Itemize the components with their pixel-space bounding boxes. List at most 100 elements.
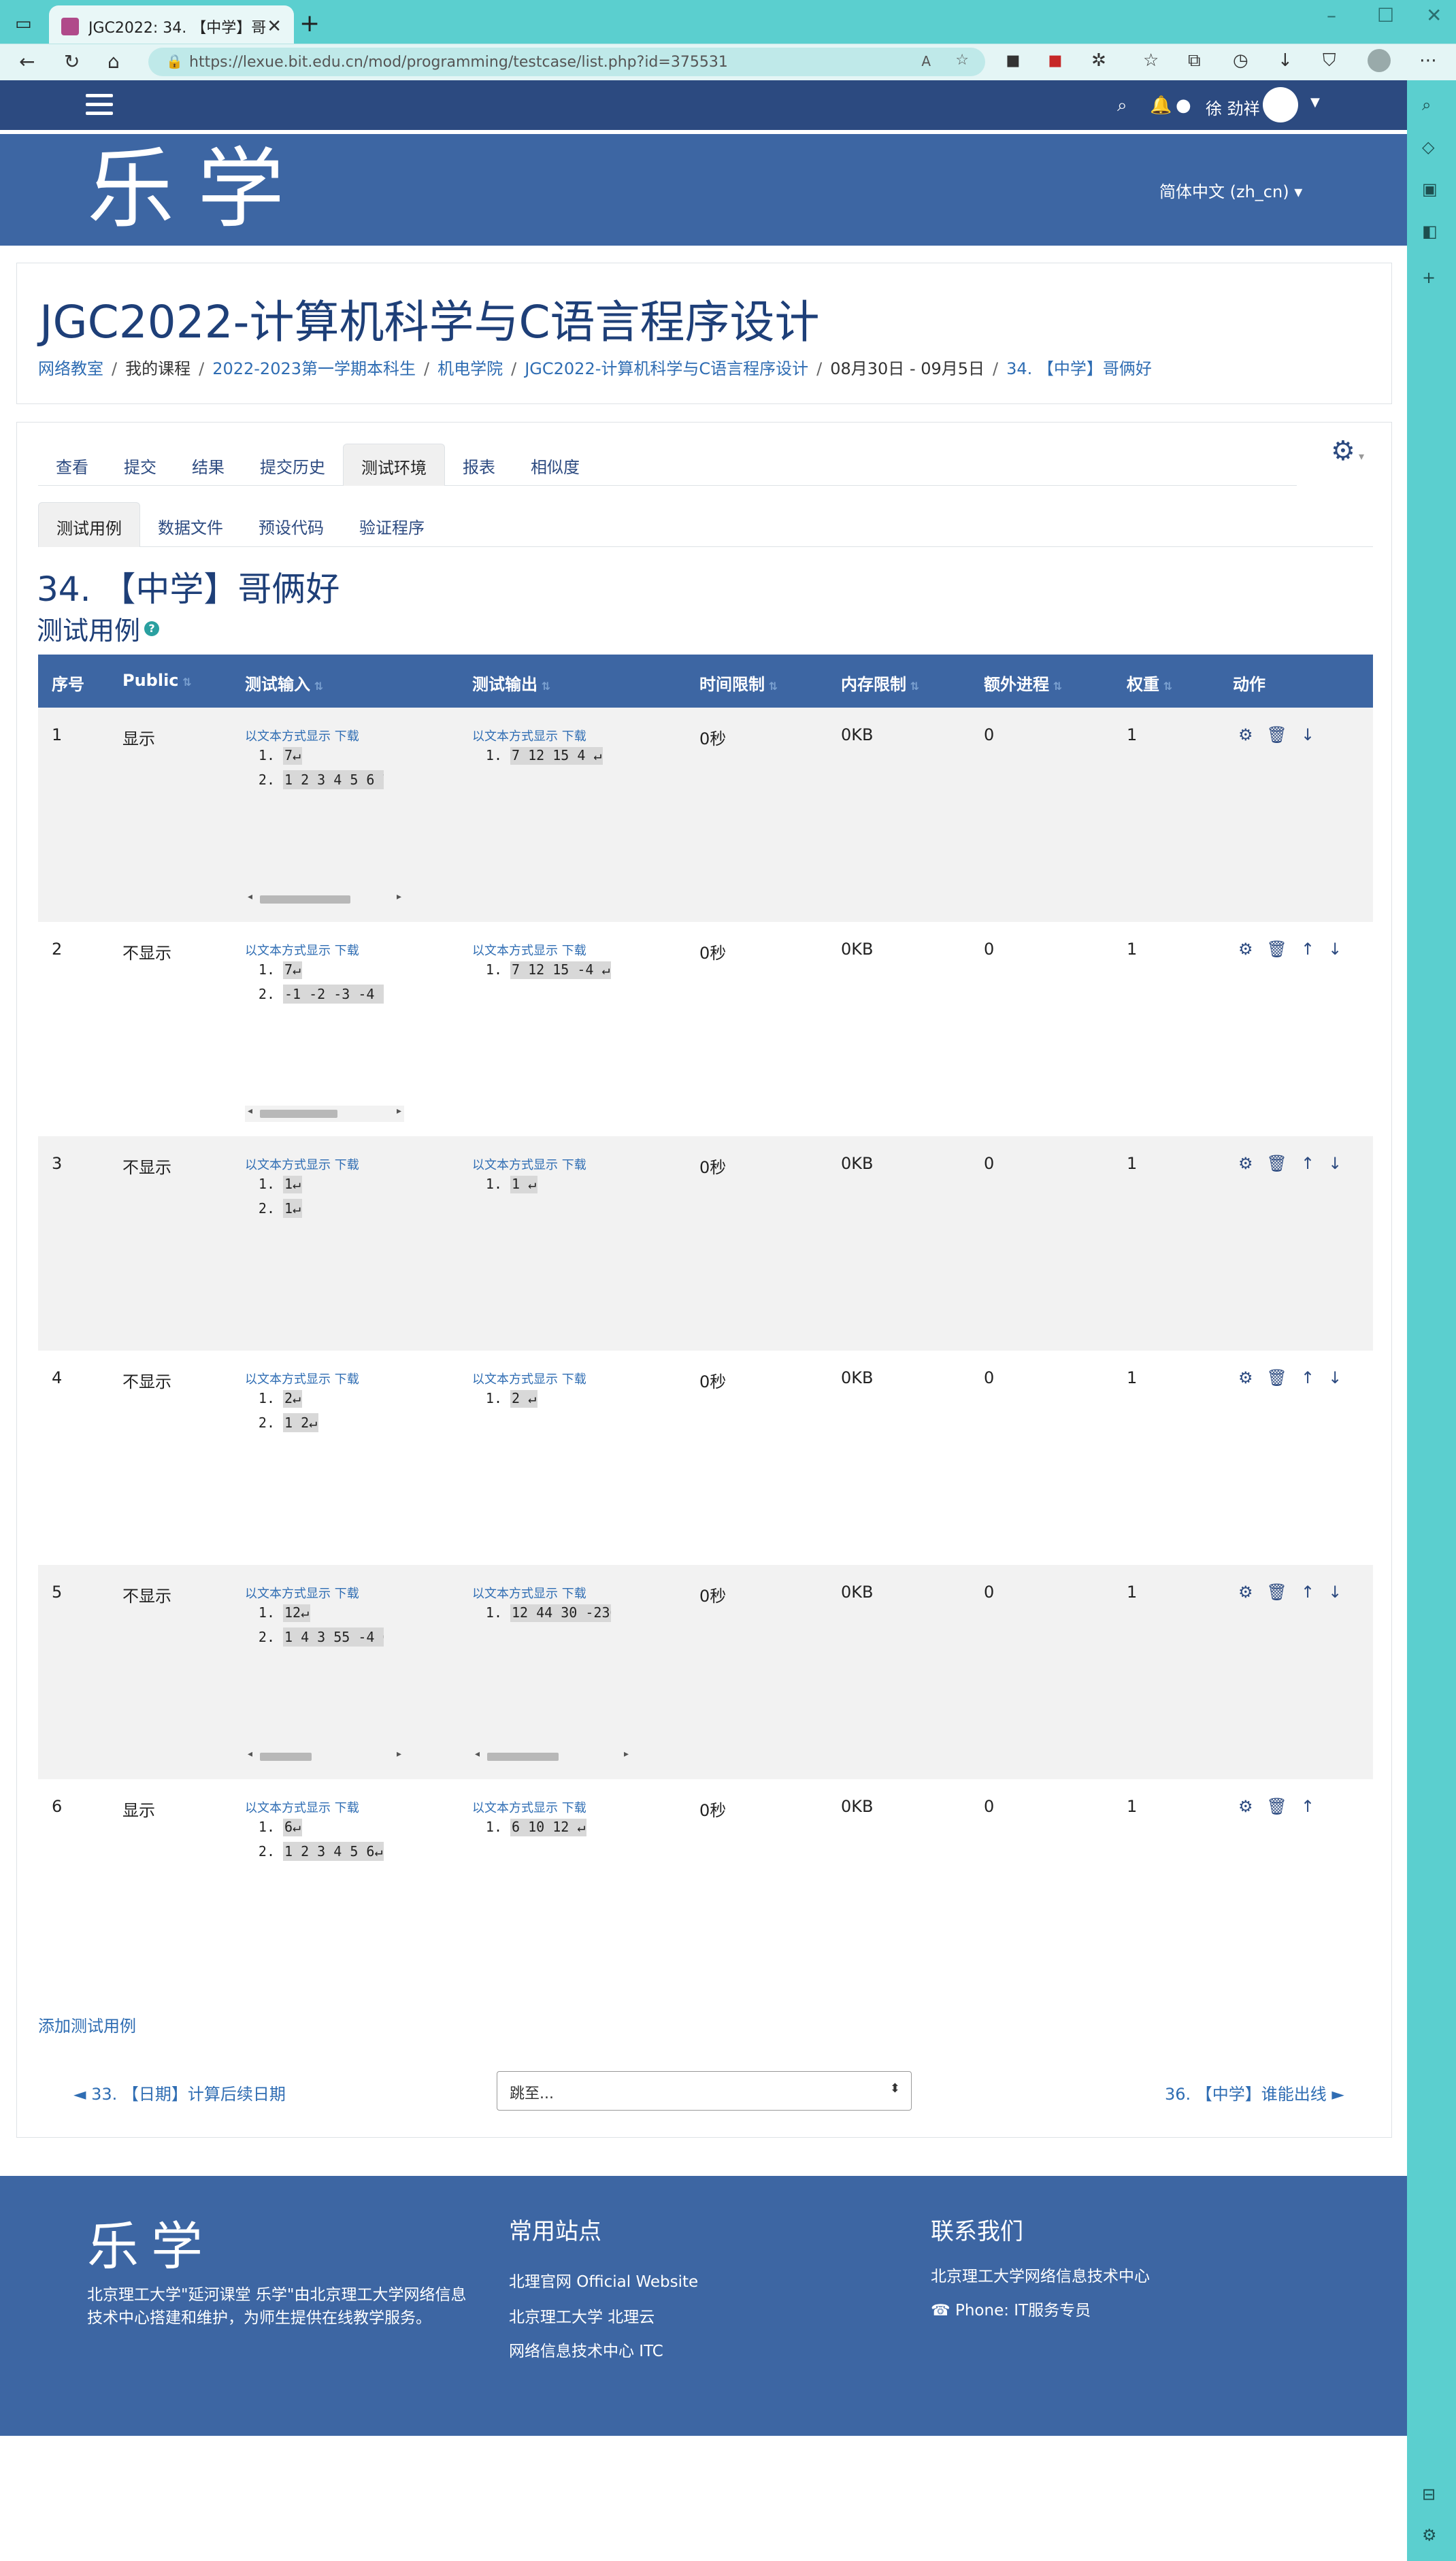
user-avatar[interactable] (1263, 87, 1298, 122)
bell-icon[interactable]: 🔔 (1150, 95, 1172, 116)
browser-tab[interactable]: JGC2022: 34. 【中学】哥俩好 ✕ (49, 5, 294, 48)
view-download-links[interactable]: 以文本方式显示 下载 (245, 1370, 359, 1387)
footer-link[interactable]: 北理官网 Official Website (509, 2268, 698, 2292)
scroll-left-icon[interactable]: ◂ (248, 1106, 252, 1117)
site-logo[interactable]: 乐学 (87, 139, 308, 240)
tab-6[interactable]: 相似度 (513, 444, 597, 486)
sort-icon[interactable]: ⇅ (537, 680, 550, 693)
sort-icon[interactable]: ⇅ (1049, 680, 1062, 693)
tag-icon[interactable]: ◇ (1422, 137, 1434, 156)
download-icon[interactable]: ↓ (1278, 50, 1293, 71)
pdf-extension-icon[interactable]: ◼ (1048, 50, 1063, 71)
sort-icon[interactable]: ⇅ (1159, 680, 1172, 693)
search-icon[interactable]: ⌕ (1117, 95, 1127, 116)
gear-icon[interactable]: ⚙ (1238, 1368, 1253, 1387)
column-header[interactable]: 内存限制 ⇅ (841, 671, 919, 695)
security-icon[interactable]: ⛉ (1323, 50, 1336, 71)
gear-icon[interactable]: ⚙ (1238, 1583, 1253, 1602)
horizontal-scrollbar[interactable]: ◂ ▸ (245, 1106, 404, 1122)
column-header[interactable]: Public ⇅ (122, 671, 192, 690)
close-tab-icon[interactable]: ✕ (267, 16, 282, 37)
scroll-left-icon[interactable]: ◂ (248, 1749, 252, 1759)
tab-4[interactable]: 测试环境 (343, 444, 445, 486)
scroll-right-icon[interactable]: ▸ (397, 1749, 401, 1759)
favorite-icon[interactable]: ☆ (955, 52, 969, 69)
tab-actions-icon[interactable]: ▭ (15, 14, 32, 34)
arrow-up-icon[interactable]: ↑ (1301, 1797, 1314, 1816)
sort-icon[interactable]: ⇅ (179, 676, 191, 689)
tab-3[interactable]: 提交历史 (242, 444, 343, 486)
footer-link[interactable]: 网络信息技术中心 ITC (509, 2338, 663, 2361)
home-icon[interactable]: ⌂ (107, 50, 120, 73)
subtab-0[interactable]: 测试用例 (38, 502, 140, 547)
trash-icon[interactable]: 🗑 (1267, 1154, 1287, 1173)
message-icon[interactable]: ● (1176, 95, 1191, 116)
view-download-links[interactable]: 以文本方式显示 下载 (472, 1584, 586, 1602)
scroll-right-icon[interactable]: ▸ (624, 1749, 629, 1759)
arrow-up-icon[interactable]: ↑ (1301, 1583, 1314, 1602)
gear-icon[interactable]: ⚙ (1238, 1154, 1253, 1173)
scroll-left-icon[interactable]: ◂ (248, 891, 252, 902)
tab-1[interactable]: 提交 (106, 444, 174, 486)
column-header[interactable]: 时间限制 ⇅ (699, 671, 778, 695)
trash-icon[interactable]: 🗑 (1267, 940, 1287, 959)
subtab-3[interactable]: 验证程序 (342, 502, 442, 547)
horizontal-scrollbar[interactable]: ◂ ▸ (472, 1749, 631, 1765)
scroll-left-icon[interactable]: ◂ (475, 1749, 480, 1759)
column-header[interactable]: 序号 (52, 671, 84, 695)
jump-to-select[interactable]: 跳至... ⬍ (497, 2071, 912, 2111)
horizontal-scrollbar[interactable]: ◂ ▸ (245, 1749, 404, 1765)
sidebar-toggle-icon[interactable]: ⊟ (1422, 2485, 1436, 2504)
tab-0[interactable]: 查看 (38, 444, 106, 486)
view-download-links[interactable]: 以文本方式显示 下载 (245, 1584, 359, 1602)
arrow-down-icon[interactable]: ↓ (1301, 725, 1314, 744)
language-selector[interactable]: 简体中文 (zh_cn) ▾ (1159, 178, 1302, 202)
footer-link[interactable]: 北京理工大学 北理云 (509, 2304, 655, 2327)
gear-icon[interactable]: ⚙ ▾ (1331, 435, 1364, 467)
office-icon[interactable]: ◧ (1422, 222, 1438, 241)
arrow-down-icon[interactable]: ↓ (1328, 1154, 1342, 1173)
trash-icon[interactable]: 🗑 (1267, 725, 1287, 744)
breadcrumb-item[interactable]: 机电学院 (437, 359, 503, 378)
minimize-icon[interactable]: – (1327, 4, 1336, 27)
subtab-1[interactable]: 数据文件 (140, 502, 241, 547)
read-aloud-icon[interactable]: A (921, 53, 931, 69)
back-icon[interactable]: ← (19, 50, 35, 73)
scroll-thumb[interactable] (260, 895, 350, 904)
arrow-down-icon[interactable]: ↓ (1328, 940, 1342, 959)
favorites-icon[interactable]: ☆ (1143, 50, 1159, 71)
search-icon[interactable]: ⌕ (1422, 95, 1431, 114)
scroll-right-icon[interactable]: ▸ (397, 891, 401, 902)
view-download-links[interactable]: 以文本方式显示 下载 (245, 1798, 359, 1816)
view-download-links[interactable]: 以文本方式显示 下载 (245, 941, 359, 959)
column-header[interactable]: 额外进程 ⇅ (984, 671, 1062, 695)
profile-avatar[interactable] (1368, 49, 1391, 72)
scroll-thumb[interactable] (260, 1110, 337, 1118)
settings-icon[interactable]: ⚙ (1422, 2526, 1437, 2545)
view-download-links[interactable]: 以文本方式显示 下载 (245, 1155, 359, 1173)
puzzle-icon[interactable]: ✲ (1091, 50, 1106, 71)
tab-5[interactable]: 报表 (445, 444, 513, 486)
next-activity-link[interactable]: 36. 【中学】谁能出线 ► (1165, 2081, 1344, 2104)
view-download-links[interactable]: 以文本方式显示 下载 (472, 1370, 586, 1387)
tab-2[interactable]: 结果 (174, 444, 242, 486)
scroll-thumb[interactable] (487, 1753, 559, 1761)
breadcrumb-item[interactable]: 34. 【中学】哥俩好 (1006, 359, 1152, 378)
sort-icon[interactable]: ⇅ (310, 680, 323, 693)
help-icon[interactable]: ? (144, 621, 160, 636)
trash-icon[interactable]: 🗑 (1267, 1368, 1287, 1387)
prev-activity-link[interactable]: ◄ 33. 【日期】计算后续日期 (73, 2081, 286, 2104)
toolbox-icon[interactable]: ▣ (1422, 180, 1438, 199)
address-bar[interactable]: 🔒 https://lexue.bit.edu.cn/mod/programmi… (148, 48, 985, 76)
column-header[interactable]: 测试输入 ⇅ (245, 671, 323, 695)
view-download-links[interactable]: 以文本方式显示 下载 (472, 1798, 586, 1816)
trash-icon[interactable]: 🗑 (1267, 1583, 1287, 1602)
add-sidebar-icon[interactable]: + (1422, 268, 1436, 287)
view-download-links[interactable]: 以文本方式显示 下载 (472, 1155, 586, 1173)
breadcrumb-item[interactable]: JGC2022-计算机科学与C语言程序设计 (525, 359, 808, 378)
add-testcase-link[interactable]: 添加测试用例 (38, 2013, 136, 2036)
breadcrumb-item[interactable]: 网络教室 (38, 359, 103, 378)
scroll-thumb[interactable] (260, 1753, 312, 1761)
arrow-down-icon[interactable]: ↓ (1328, 1368, 1342, 1387)
trash-icon[interactable]: 🗑 (1267, 1797, 1287, 1816)
